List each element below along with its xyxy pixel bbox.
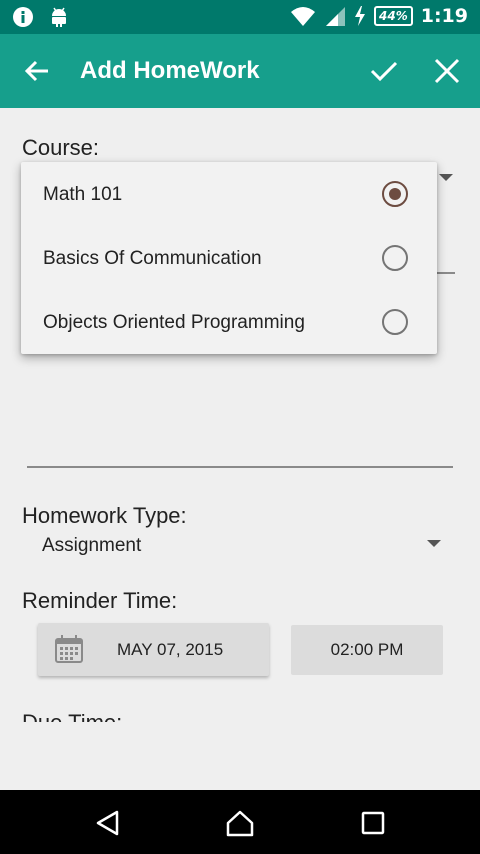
homework-type-label: Homework Type: [22, 503, 187, 528]
course-options-popup: Math 101 Basics Of Communication Objects… [21, 162, 437, 354]
course-option[interactable]: Math 101 [21, 162, 437, 226]
course-option-label: Math 101 [43, 184, 123, 205]
calendar-icon [55, 635, 83, 663]
course-option-label: Basics Of Communication [43, 248, 262, 269]
radio-selected-icon[interactable] [382, 181, 408, 207]
info-icon [13, 7, 33, 27]
page-title: Add HomeWork [80, 57, 260, 84]
homework-type-dropdown-arrow-icon[interactable] [427, 540, 441, 547]
nav-recents-icon[interactable] [358, 808, 388, 838]
description-field-underline[interactable] [27, 466, 453, 468]
reminder-time-label: Reminder Time: [22, 588, 178, 613]
due-time-section: Due Time: [0, 700, 480, 722]
check-icon[interactable] [368, 56, 400, 86]
system-navigation-bar [0, 790, 480, 854]
course-option-label: Objects Oriented Programming [43, 312, 305, 333]
nav-home-icon[interactable] [225, 808, 255, 838]
radio-unselected-icon[interactable] [382, 245, 408, 271]
status-time: 1:19 [420, 5, 468, 27]
reminder-time-text: 02:00 PM [330, 640, 404, 659]
reminder-date-text: MAY 07, 2015 [117, 640, 224, 659]
course-option[interactable]: Basics Of Communication [21, 226, 437, 290]
battery-icon: 44% [374, 6, 413, 26]
radio-unselected-icon[interactable] [382, 309, 408, 335]
android-icon [52, 7, 66, 27]
reminder-date-button[interactable]: MAY 07, 2015 [38, 623, 269, 676]
reminder-time-button[interactable]: 02:00 PM [291, 625, 443, 675]
homework-type-select[interactable]: Assignment [42, 535, 141, 557]
course-dropdown-arrow-icon[interactable] [439, 174, 453, 181]
close-icon[interactable] [432, 56, 462, 86]
course-option[interactable]: Objects Oriented Programming [21, 290, 437, 354]
signal-icon [326, 7, 345, 26]
app-toolbar: Add HomeWork [0, 34, 480, 108]
due-time-label: Due Time: [22, 710, 122, 722]
course-label: Course: [22, 135, 100, 160]
charging-icon [355, 6, 365, 26]
nav-back-icon[interactable] [92, 808, 122, 838]
back-arrow-icon[interactable] [22, 56, 52, 86]
wifi-icon [291, 7, 315, 26]
status-bar: 44% 1:19 [0, 0, 480, 34]
